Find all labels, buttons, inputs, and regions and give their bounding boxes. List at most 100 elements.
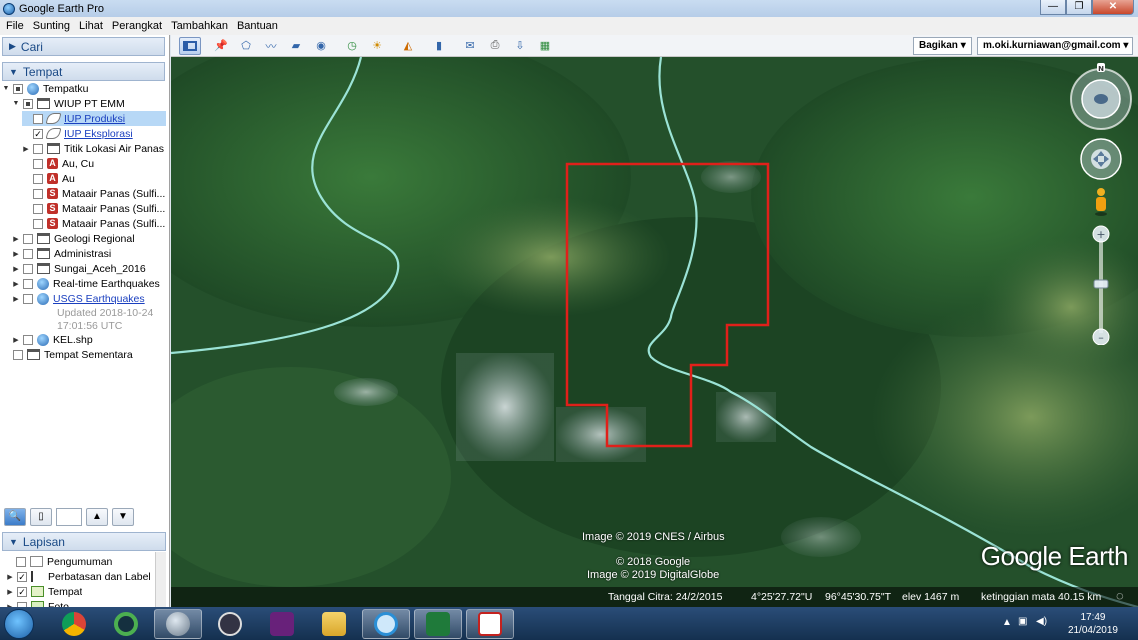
expand-icon[interactable]: ▶ [22, 145, 30, 153]
add-image-overlay-icon[interactable]: ▰ [285, 37, 307, 55]
email-icon[interactable]: ✉ [459, 37, 481, 55]
checkbox[interactable] [13, 83, 23, 94]
taskbar-chrome[interactable] [50, 609, 98, 639]
taskbar-app-green[interactable] [102, 609, 150, 639]
tree-item-tempat-sementara[interactable]: Tempat Sementara [2, 347, 133, 362]
clock[interactable]: 17:49 21/04/2019 [1068, 611, 1118, 637]
taskbar-excel[interactable] [414, 609, 462, 639]
checkbox[interactable] [33, 188, 43, 199]
layer-item-perbatasan[interactable]: ▶ ✓ Perbatasan dan Label [6, 569, 150, 584]
checkbox[interactable] [33, 173, 43, 184]
expand-icon[interactable]: ▶ [12, 265, 20, 273]
tree-item-au[interactable]: A Au [22, 171, 75, 186]
tree-item-realtime-eq[interactable]: ▶ Real-time Earthquakes [12, 276, 160, 291]
menu-tambahkan[interactable]: Tambahkan [171, 20, 228, 32]
tree-item-iup-eksplorasi[interactable]: ✓ IUP Eksplorasi [22, 126, 133, 141]
add-path-icon[interactable]: 〰 [260, 37, 282, 55]
zoom-slider[interactable]: + – [1091, 225, 1111, 346]
layers-panel-header[interactable]: ▼ Lapisan [2, 532, 166, 551]
tree-item-administrasi[interactable]: ▶ Administrasi [12, 246, 111, 261]
volume-icon[interactable]: ◀) [1036, 616, 1047, 627]
expand-icon[interactable]: ▶ [6, 588, 14, 596]
move-joystick[interactable] [1079, 137, 1123, 181]
street-view-pegman-icon[interactable] [1093, 187, 1109, 217]
checkbox[interactable] [23, 293, 33, 304]
account-button[interactable]: m.oki.kurniawan@gmail.com ▾ [977, 37, 1133, 55]
menu-lihat[interactable]: Lihat [79, 20, 103, 32]
record-tour-icon[interactable]: ◉ [310, 37, 332, 55]
expand-icon[interactable]: ▶ [12, 235, 20, 243]
collapse-icon[interactable]: ▼ [2, 85, 10, 92]
tree-item-sungai[interactable]: ▶ Sungai_Aceh_2016 [12, 261, 145, 276]
menu-perangkat[interactable]: Perangkat [112, 20, 162, 32]
expand-icon[interactable]: ▶ [12, 280, 20, 288]
taskbar-explorer[interactable] [310, 609, 358, 639]
checkbox[interactable]: ✓ [17, 571, 27, 582]
menu-file[interactable]: File [6, 20, 24, 32]
expand-icon[interactable]: ▶ [12, 295, 20, 303]
checkbox[interactable] [23, 233, 33, 244]
tree-item-kel[interactable]: ▶ KEL.shp [12, 332, 93, 347]
tree-item-mataair-1[interactable]: S Mataair Panas (Sulfi... [22, 186, 165, 201]
taskbar-google-earth[interactable] [154, 609, 202, 639]
layers-scrollbar[interactable] [155, 552, 166, 610]
taskbar-app-globe[interactable] [206, 609, 254, 639]
search-panel-header[interactable]: ▶ Cari [2, 37, 165, 56]
minimize-button[interactable]: — [1040, 0, 1066, 15]
tree-item-wiup[interactable]: ▼ WIUP PT EMM [12, 96, 125, 111]
menu-bantuan[interactable]: Bantuan [237, 20, 278, 32]
taskbar-acrobat[interactable] [466, 609, 514, 639]
tree-item-titik-lokasi[interactable]: ▶ Titik Lokasi Air Panas [22, 141, 164, 156]
checkbox[interactable]: ✓ [33, 128, 43, 139]
tree-item-iup-produksi[interactable]: IUP Produksi [22, 111, 166, 126]
taskbar-visual-studio[interactable] [258, 609, 306, 639]
sidebar-toggle-icon[interactable] [179, 36, 201, 55]
checkbox[interactable] [23, 263, 33, 274]
move-up-button[interactable]: ▲ [86, 508, 108, 526]
checkbox[interactable] [33, 218, 43, 229]
tree-item-mataair-2[interactable]: S Mataair Panas (Sulfi... [22, 201, 165, 216]
search-places-button[interactable]: 🔍 [4, 508, 26, 526]
checkbox[interactable] [23, 334, 33, 345]
historical-imagery-icon[interactable]: ◷ [341, 37, 363, 55]
checkbox[interactable]: ✓ [17, 586, 27, 597]
checkbox[interactable] [16, 556, 26, 567]
tree-item-mataair-3[interactable]: S Mataair Panas (Sulfi... [22, 216, 165, 231]
checkbox[interactable] [13, 349, 23, 360]
add-polygon-icon[interactable]: ⬠ [235, 37, 257, 55]
ruler-icon[interactable]: ▮ [428, 37, 450, 55]
move-down-button[interactable]: ▼ [112, 508, 134, 526]
layer-item-pengumuman[interactable]: Pengumuman [16, 554, 112, 569]
tree-item-tempatku[interactable]: ▼ Tempatku [2, 81, 89, 96]
look-joystick[interactable]: N [1069, 63, 1133, 131]
collapse-icon[interactable]: ▼ [12, 100, 20, 107]
menu-sunting[interactable]: Sunting [33, 20, 70, 32]
expand-icon[interactable]: ▶ [12, 250, 20, 258]
share-button[interactable]: Bagikan ▾ [913, 37, 972, 55]
network-icon[interactable]: ▣ [1018, 616, 1027, 627]
layer-item-tempat[interactable]: ▶ ✓ Tempat [6, 584, 82, 599]
planet-switch-icon[interactable]: ◭ [397, 37, 419, 55]
tree-item-usgs[interactable]: ▶ USGS Earthquakes [12, 291, 145, 306]
tree-item-au-cu[interactable]: A Au, Cu [22, 156, 94, 171]
checkbox[interactable] [23, 278, 33, 289]
print-icon[interactable]: ⎙ [484, 37, 506, 55]
panel-toggle-button[interactable]: ▯ [30, 508, 52, 526]
save-image-icon[interactable]: ⇩ [509, 37, 531, 55]
checkbox[interactable] [33, 113, 43, 124]
add-placemark-icon[interactable]: 📌 [210, 37, 232, 55]
expand-icon[interactable]: ▶ [12, 336, 20, 344]
tree-item-geologi[interactable]: ▶ Geologi Regional [12, 231, 134, 246]
tree-label-link[interactable]: USGS Earthquakes [53, 293, 145, 305]
close-button[interactable]: ✕ [1092, 0, 1134, 15]
taskbar-search-app[interactable] [362, 609, 410, 639]
start-button[interactable] [4, 609, 34, 639]
sunlight-icon[interactable]: ☀ [366, 37, 388, 55]
checkbox[interactable] [33, 143, 43, 154]
checkbox[interactable] [23, 248, 33, 259]
map-view[interactable]: Image © 2019 CNES / Airbus © 2018 Google… [171, 57, 1138, 607]
expand-icon[interactable]: ▶ [6, 573, 14, 581]
tray-expand-icon[interactable]: ▲ [1002, 617, 1012, 628]
view-in-maps-icon[interactable]: ▦ [534, 37, 556, 55]
checkbox[interactable] [23, 98, 33, 109]
